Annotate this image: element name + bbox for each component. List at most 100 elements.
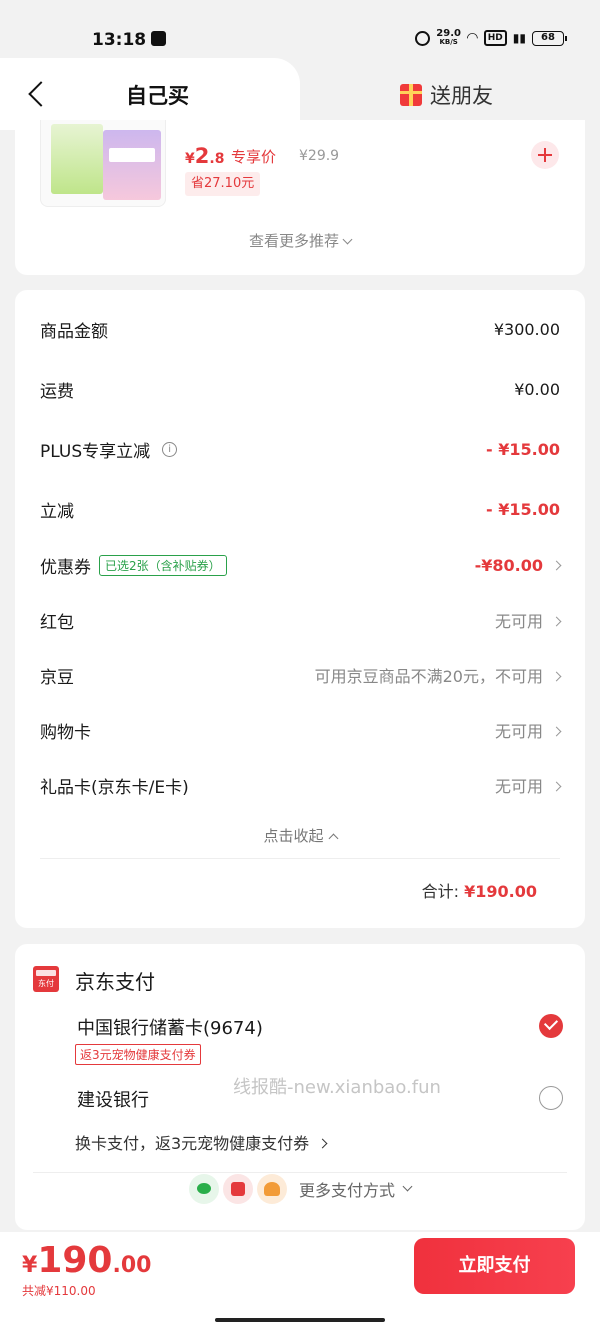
summary-row-goods-amount: 商品金额 ¥300.00	[40, 314, 560, 344]
signal-icon: ▮▮	[512, 31, 526, 45]
row-value: -¥80.00	[474, 555, 562, 575]
row-value: 无可用	[494, 608, 562, 632]
row-label: 商品金额	[40, 321, 108, 342]
collapse-label: 点击收起	[263, 827, 324, 845]
chevron-right-icon	[317, 1138, 328, 1149]
more-recommendations-link[interactable]: 查看更多推荐	[15, 230, 585, 251]
summary-row-coupon[interactable]: 优惠券 已选2张（含补贴券） -¥80.00	[40, 550, 562, 580]
row-label: 红包	[40, 612, 74, 633]
jd-pay-icon: 东付	[33, 966, 59, 992]
chevron-right-icon	[551, 781, 562, 792]
row-label: PLUS专享立减	[40, 441, 151, 462]
order-total: 合计: ¥190.00	[422, 878, 537, 902]
product-pack-image	[103, 130, 161, 200]
payment-promo-badge: 返3元宠物健康支付券	[75, 1044, 201, 1065]
status-time: 13:18	[92, 30, 147, 50]
battery-icon: 68	[532, 30, 567, 46]
more-recommendations-label: 查看更多推荐	[248, 232, 339, 250]
product-image[interactable]	[40, 120, 166, 207]
tab-self-buy-label: 自己买	[126, 84, 189, 108]
network-speed-unit: KB/S	[439, 38, 458, 46]
chevron-right-icon	[551, 726, 562, 737]
gift-icon	[400, 84, 422, 106]
row-label: 礼品卡(京东卡/E卡)	[40, 777, 189, 798]
collapse-details-link[interactable]: 点击收起	[15, 825, 585, 846]
summary-row-shopping-card[interactable]: 购物卡 无可用	[40, 715, 562, 745]
network-speed-value: 29.0	[436, 28, 461, 39]
row-value: 无可用	[494, 773, 562, 797]
network-speed: 29.0 KB/S	[436, 29, 461, 47]
product-pack-image	[51, 124, 103, 194]
total-saved: 共减¥110.00	[22, 1284, 96, 1298]
row-label: 优惠券	[40, 557, 91, 578]
back-icon[interactable]	[26, 80, 48, 106]
payment-title: 京东支付	[75, 970, 155, 994]
total-label: 合计:	[421, 882, 460, 901]
summary-row-shipping: 运费 ¥0.00	[40, 374, 560, 404]
switch-card-label: 换卡支付，返3元宠物健康支付券	[75, 1134, 310, 1153]
chevron-right-icon	[551, 560, 562, 570]
shopping-card-value: 无可用	[494, 722, 543, 741]
row-label: 立减	[40, 501, 74, 522]
summary-row-plus-discount: PLUS专享立减 i - ¥15.00	[40, 434, 560, 464]
summary-row-red-packet[interactable]: 红包 无可用	[40, 605, 562, 635]
total-value: ¥190.00	[464, 882, 537, 901]
status-indicators: 29.0 KB/S ◠ HD ▮▮ 68	[415, 29, 567, 47]
payment-option-boc[interactable]: 中国银行储蓄卡(9674)	[77, 1014, 263, 1040]
chevron-down-icon	[402, 1181, 413, 1191]
selected-check-icon[interactable]	[539, 1014, 563, 1038]
row-label: 京豆	[40, 667, 74, 688]
red-packet-value: 无可用	[494, 612, 543, 631]
recommendation-card: ¥ 2 .8 专享价 ¥29.9 省27.10元 查看更多推荐	[15, 120, 585, 275]
row-value: ¥0.00	[514, 379, 560, 399]
summary-row-instant-discount: 立减 - ¥15.00	[40, 494, 560, 524]
row-value: - ¥15.00	[486, 499, 560, 519]
row-value: - ¥15.00	[486, 439, 560, 459]
savings-badge: 省27.10元	[185, 172, 261, 196]
row-value: 可用京豆商品不满20元，不可用	[314, 663, 562, 687]
divider	[40, 858, 560, 859]
chevron-right-icon	[551, 616, 562, 627]
coupon-value: -¥80.00	[474, 555, 543, 575]
row-value: ¥300.00	[493, 319, 560, 339]
exclusive-price-tag: 专享价	[231, 148, 277, 166]
coupon-selected-badge: 已选2张（含补贴券）	[99, 554, 227, 576]
unselected-radio[interactable]	[539, 1086, 563, 1110]
price-summary-card: 商品金额 ¥300.00 运费 ¥0.00 PLUS专享立减 i - ¥15.0…	[15, 290, 585, 928]
final-price-integer: 190	[37, 1240, 113, 1281]
summary-row-jd-beans[interactable]: 京豆 可用京豆商品不满20元，不可用	[40, 660, 562, 690]
hd-icon: HD	[483, 30, 507, 46]
switch-card-link[interactable]: 换卡支付，返3元宠物健康支付券	[75, 1130, 328, 1154]
divider	[33, 1172, 567, 1173]
chevron-down-icon	[342, 234, 353, 245]
final-price-decimal: .00	[112, 1253, 152, 1278]
chevron-up-icon	[328, 833, 338, 844]
recommend-price: ¥ 2 .8	[185, 144, 224, 168]
row-label: 购物卡	[40, 722, 91, 743]
row-label: 运费	[40, 381, 74, 402]
pay-now-button[interactable]: 立即支付	[414, 1238, 575, 1294]
info-icon[interactable]: i	[162, 441, 178, 457]
app-notification-icon	[151, 31, 166, 46]
add-to-order-button[interactable]	[531, 141, 559, 169]
friend-pay-icon	[257, 1174, 287, 1204]
payment-option-ccb[interactable]: 建设银行	[77, 1086, 149, 1112]
final-price: ¥ 190 .00	[22, 1240, 151, 1281]
summary-row-gift-card[interactable]: 礼品卡(京东卡/E卡) 无可用	[40, 770, 562, 800]
row-value: 无可用	[494, 718, 562, 742]
home-indicator	[215, 1318, 385, 1322]
wifi-icon: ◠	[466, 30, 478, 46]
price-currency: ¥	[185, 151, 195, 167]
alarm-icon	[415, 30, 431, 46]
wechat-pay-icon	[189, 1174, 219, 1204]
gift-card-value: 无可用	[494, 777, 543, 796]
final-price-currency: ¥	[22, 1253, 38, 1278]
price-integer: 2	[194, 144, 210, 168]
more-payment-label: 更多支付方式	[299, 1181, 396, 1200]
tab-send-friend[interactable]: 送朋友	[400, 80, 493, 110]
jd-beans-value: 可用京豆商品不满20元，不可用	[314, 667, 543, 686]
payment-method-card: 东付 京东支付 中国银行储蓄卡(9674) 返3元宠物健康支付券 建设银行 换卡…	[15, 944, 585, 1230]
price-decimal: .8	[209, 151, 225, 167]
checkout-bar: ¥ 190 .00 共减¥110.00 立即支付	[0, 1232, 600, 1333]
more-payment-methods[interactable]: 更多支付方式	[189, 1174, 413, 1204]
